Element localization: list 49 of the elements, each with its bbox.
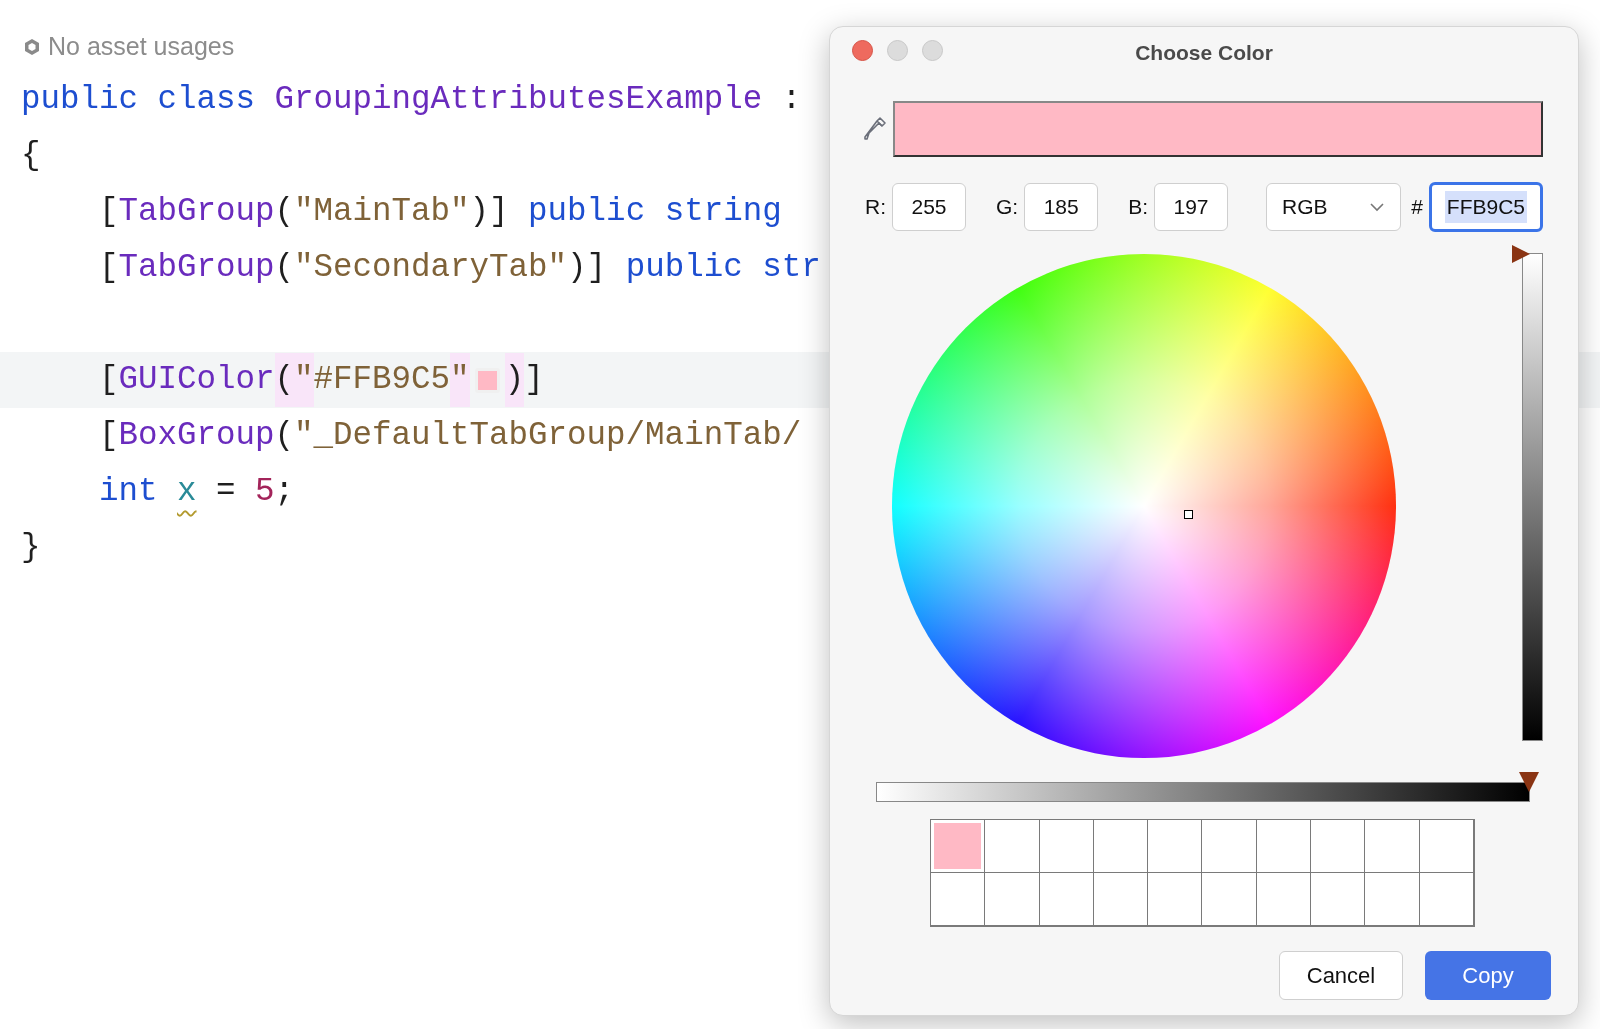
type-name: GroupingAttributesExample — [274, 80, 763, 120]
window-title: Choose Color — [1135, 40, 1273, 67]
punctuation: ( — [274, 353, 295, 407]
string-literal: " — [294, 353, 314, 407]
keyword: public — [21, 80, 140, 120]
string-literal: "_DefaultTabGroup/MainTab/ — [294, 416, 802, 456]
string-literal: #FFB9C5 — [313, 360, 451, 400]
string-literal: "SecondaryTab" — [294, 248, 568, 288]
channel-field[interactable]: 255 — [892, 183, 966, 231]
channel-field[interactable]: 197 — [1154, 183, 1228, 231]
punctuation: ] — [524, 360, 544, 400]
punctuation: ( — [274, 192, 295, 232]
punctuation: )] — [567, 248, 608, 288]
punctuation: )] — [469, 192, 510, 232]
field-name: x — [177, 472, 197, 512]
punctuation: ( — [274, 248, 295, 288]
keyword: str — [762, 248, 821, 288]
keyword: public — [625, 248, 744, 288]
string-literal: "MainTab" — [294, 192, 470, 232]
channel-field[interactable]: 185 — [1024, 183, 1099, 231]
channel-label: R: — [865, 194, 886, 221]
type-name: TabGroup — [118, 192, 275, 232]
keyword: class — [157, 80, 257, 120]
type-name: GUIColor — [118, 360, 275, 400]
string-literal: " — [450, 353, 470, 407]
keyword: int — [99, 472, 159, 512]
punctuation: [ — [99, 248, 119, 288]
channel-label: G: — [996, 194, 1019, 221]
copy-button[interactable]: Copy — [1425, 951, 1551, 1000]
hash-label: # — [1411, 194, 1423, 221]
type-name: TabGroup — [118, 248, 275, 288]
punctuation: } — [21, 528, 41, 568]
keyword: public — [528, 192, 647, 232]
hex-field[interactable]: FFB9C5 — [1428, 182, 1543, 232]
number-literal: 5 — [255, 472, 275, 512]
type-name: BoxGroup — [118, 416, 275, 456]
punctuation: : — [780, 80, 802, 120]
punctuation: [ — [99, 416, 119, 456]
punctuation: { — [21, 136, 41, 176]
punctuation: [ — [99, 360, 119, 400]
keyword: string — [664, 192, 782, 232]
mode-dropdown[interactable]: RGB — [1266, 183, 1402, 231]
punctuation: ( — [274, 416, 295, 456]
cancel-button[interactable]: Cancel — [1279, 951, 1403, 1000]
punctuation: = — [215, 472, 237, 512]
punctuation: [ — [99, 192, 119, 232]
punctuation: ) — [504, 353, 525, 407]
channel-label: B: — [1128, 194, 1148, 221]
punctuation: ; — [274, 472, 295, 512]
